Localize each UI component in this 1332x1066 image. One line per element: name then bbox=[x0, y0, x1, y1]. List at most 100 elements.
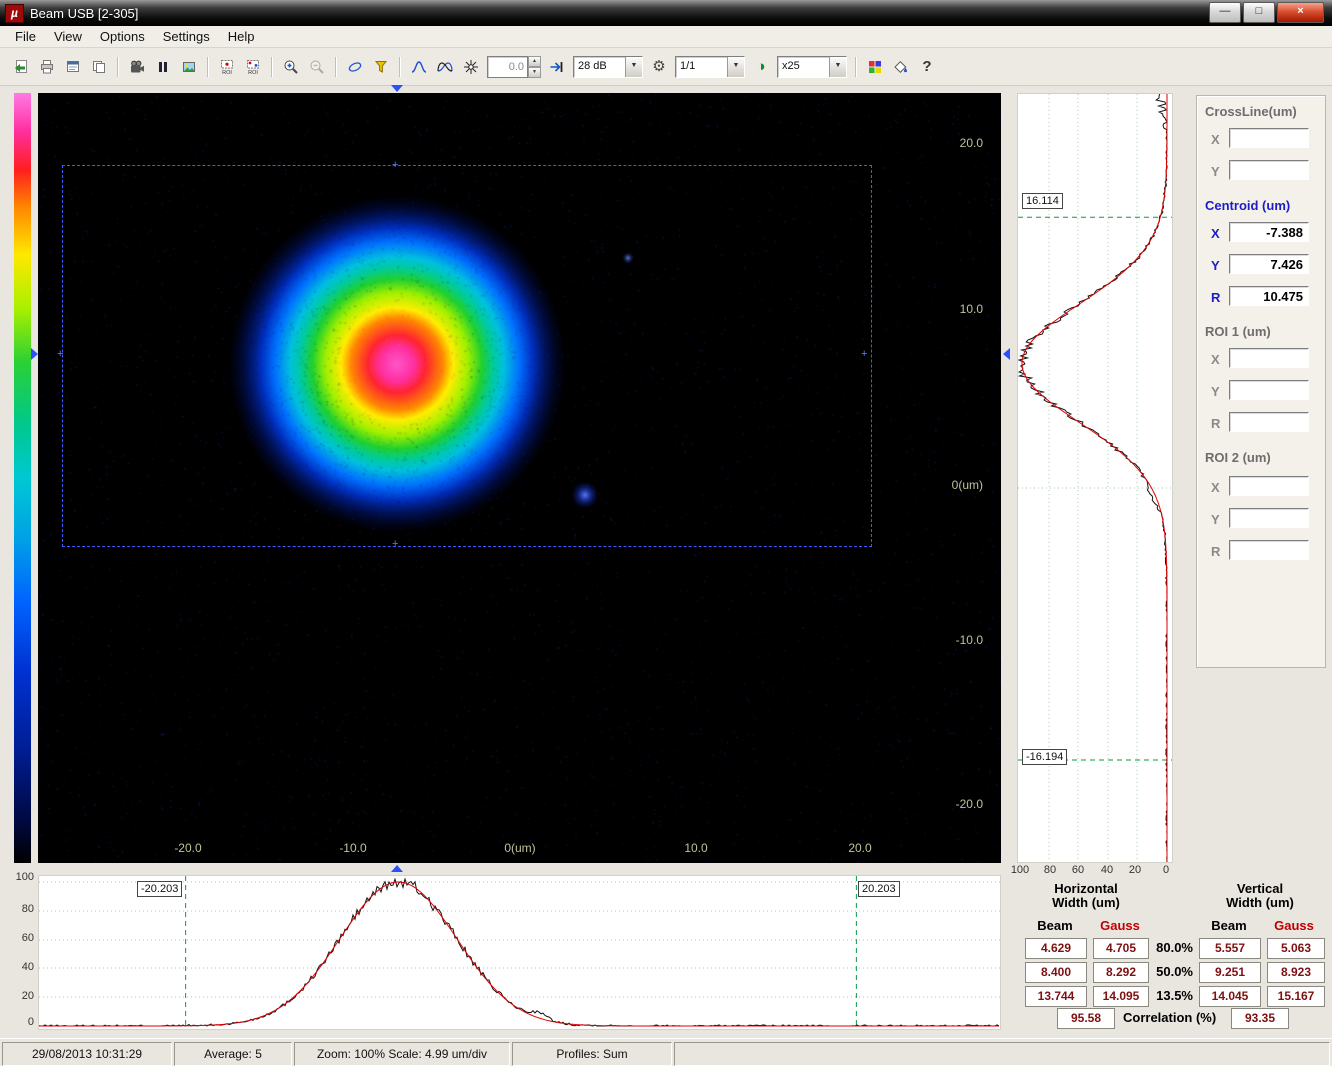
correlation-h-value: 95.58 bbox=[1057, 1008, 1115, 1029]
camera-button[interactable] bbox=[125, 56, 149, 78]
exposure-input[interactable] bbox=[487, 56, 528, 78]
status-profiles: Profiles: Sum bbox=[512, 1042, 672, 1066]
roi-handle-bottom[interactable]: + bbox=[392, 539, 398, 549]
h-profile-axis-tick: 40 bbox=[6, 961, 34, 973]
v-beam-80: 5.557 bbox=[1199, 938, 1261, 959]
menu-settings[interactable]: Settings bbox=[154, 27, 219, 46]
y-axis-tick: 20.0 bbox=[933, 136, 983, 150]
copy-button[interactable] bbox=[87, 56, 111, 78]
toolbar-separator bbox=[207, 57, 209, 77]
print-button[interactable] bbox=[35, 56, 59, 78]
gear-button[interactable]: ⚙ bbox=[647, 56, 671, 78]
roi1-x-value bbox=[1229, 348, 1309, 368]
spin-up-icon[interactable]: ▲ bbox=[528, 56, 541, 67]
properties-button[interactable] bbox=[61, 56, 85, 78]
horizontal-clip-marker-left[interactable]: -20.203 bbox=[137, 881, 182, 897]
crossed-profiles-button[interactable] bbox=[433, 56, 457, 78]
v-gauss-13: 15.167 bbox=[1267, 986, 1325, 1007]
measurements-panel: CrossLine(um) X Y Centroid (um) X -7.388… bbox=[1196, 95, 1326, 668]
vertical-width-title: Vertical Width (um) bbox=[1199, 882, 1321, 910]
v-beam-13: 14.045 bbox=[1199, 986, 1261, 1007]
toolbar-separator bbox=[335, 57, 337, 77]
x-axis-tick: -20.0 bbox=[166, 841, 210, 855]
y-axis-tick: -20.0 bbox=[933, 797, 983, 811]
pause-button[interactable] bbox=[151, 56, 175, 78]
dropdown-arrow-icon[interactable]: ▼ bbox=[829, 57, 846, 77]
h-gauss-header: Gauss bbox=[1093, 918, 1147, 933]
roi-handle-left[interactable]: + bbox=[57, 349, 63, 359]
correlation-label: Correlation (%) bbox=[1123, 1010, 1216, 1025]
paint-button[interactable] bbox=[889, 56, 913, 78]
roi2-r-label: R bbox=[1211, 544, 1220, 559]
v-gauss-50: 8.923 bbox=[1267, 962, 1325, 983]
minimize-button[interactable]: — bbox=[1209, 2, 1241, 23]
background-subtract-button[interactable] bbox=[369, 56, 393, 78]
centroid-marker-button[interactable] bbox=[459, 56, 483, 78]
h-beam-header: Beam bbox=[1025, 918, 1085, 933]
centroid-title: Centroid (um) bbox=[1205, 198, 1319, 213]
roi-rectangle[interactable] bbox=[62, 165, 872, 547]
menu-help[interactable]: Help bbox=[219, 27, 264, 46]
roi-2-button[interactable]: ROI bbox=[241, 56, 265, 78]
roi1-r-label: R bbox=[1211, 416, 1220, 431]
status-bar: 29/08/2013 10:31:29 Average: 5 Zoom: 100… bbox=[0, 1038, 1332, 1066]
h-profile-axis-tick: 100 bbox=[6, 871, 34, 883]
roi2-x-label: X bbox=[1211, 480, 1220, 495]
close-button[interactable]: × bbox=[1277, 2, 1324, 23]
gain-dropdown[interactable]: 28 dB ▼ bbox=[573, 56, 643, 78]
export-image-button[interactable] bbox=[9, 56, 33, 78]
menu-view[interactable]: View bbox=[45, 27, 91, 46]
horizontal-profile-panel: -20.203 20.203 bbox=[38, 875, 1001, 1030]
dropdown-arrow-icon[interactable]: ▼ bbox=[625, 57, 642, 77]
zoom-out-button[interactable] bbox=[305, 56, 329, 78]
toolbar-separator bbox=[855, 57, 857, 77]
h-beam-80: 4.629 bbox=[1025, 938, 1087, 959]
centroid-r-label: R bbox=[1211, 290, 1220, 305]
crossline-y-value bbox=[1229, 160, 1309, 180]
menu-file[interactable]: File bbox=[6, 27, 45, 46]
image-button[interactable] bbox=[177, 56, 201, 78]
roi2-title: ROI 2 (um) bbox=[1205, 450, 1319, 465]
dropdown-arrow-icon[interactable]: ▼ bbox=[727, 57, 744, 77]
menu-options[interactable]: Options bbox=[91, 27, 154, 46]
crosshair-marker-top[interactable] bbox=[391, 85, 403, 92]
roi-1-button[interactable]: ROI bbox=[215, 56, 239, 78]
v-profile-axis-tick: 20 bbox=[1123, 864, 1147, 876]
ratio-value: 1/1 bbox=[676, 57, 727, 77]
vertical-clip-marker-lower[interactable]: -16.194 bbox=[1022, 749, 1067, 765]
display-zoom-dropdown[interactable]: x25 ▼ bbox=[777, 56, 847, 78]
ratio-dropdown[interactable]: 1/1 ▼ bbox=[675, 56, 745, 78]
crosshair-marker-left[interactable] bbox=[31, 348, 38, 360]
crosshair-marker-right[interactable] bbox=[1003, 348, 1010, 360]
app-window: µ Beam USB [2-305] — □ × File View Optio… bbox=[0, 0, 1332, 1066]
v-profile-axis-tick: 100 bbox=[1008, 864, 1032, 876]
h-profile-axis-tick: 80 bbox=[6, 903, 34, 915]
palette-button[interactable] bbox=[863, 56, 887, 78]
roi2-r-value bbox=[1229, 540, 1309, 560]
help-button[interactable]: ? bbox=[915, 56, 939, 78]
maximize-button[interactable]: □ bbox=[1243, 2, 1275, 23]
crosshair-marker-bottom[interactable] bbox=[391, 865, 403, 872]
roi-handle-top[interactable]: + bbox=[392, 160, 398, 170]
vertical-clip-marker-upper[interactable]: 16.114 bbox=[1022, 193, 1063, 209]
roi2-y-label: Y bbox=[1211, 512, 1220, 527]
v-profile-axis-tick: 60 bbox=[1066, 864, 1090, 876]
spin-down-icon[interactable]: ▼ bbox=[528, 67, 541, 78]
h-profile-axis-tick: 20 bbox=[6, 990, 34, 1002]
contrast-button[interactable]: ◑ bbox=[749, 56, 773, 78]
auto-exposure-button[interactable] bbox=[545, 56, 569, 78]
roi1-r-value bbox=[1229, 412, 1309, 432]
zoom-in-button[interactable] bbox=[279, 56, 303, 78]
status-zoom: Zoom: 100% Scale: 4.99 um/div bbox=[294, 1042, 510, 1066]
gauss-fit-button[interactable] bbox=[407, 56, 431, 78]
gear-icon: ⚙ bbox=[652, 59, 665, 74]
centroid-x-label: X bbox=[1211, 226, 1220, 241]
ellipse-button[interactable] bbox=[343, 56, 367, 78]
svg-text:ROI: ROI bbox=[222, 70, 232, 75]
roi-handle-right[interactable]: + bbox=[861, 349, 867, 359]
titlebar: µ Beam USB [2-305] — □ × bbox=[0, 0, 1332, 26]
h-profile-axis-tick: 0 bbox=[6, 1016, 34, 1028]
crossline-x-label: X bbox=[1211, 132, 1220, 147]
x-axis-tick: 10.0 bbox=[674, 841, 718, 855]
horizontal-clip-marker-right[interactable]: 20.203 bbox=[858, 881, 900, 897]
